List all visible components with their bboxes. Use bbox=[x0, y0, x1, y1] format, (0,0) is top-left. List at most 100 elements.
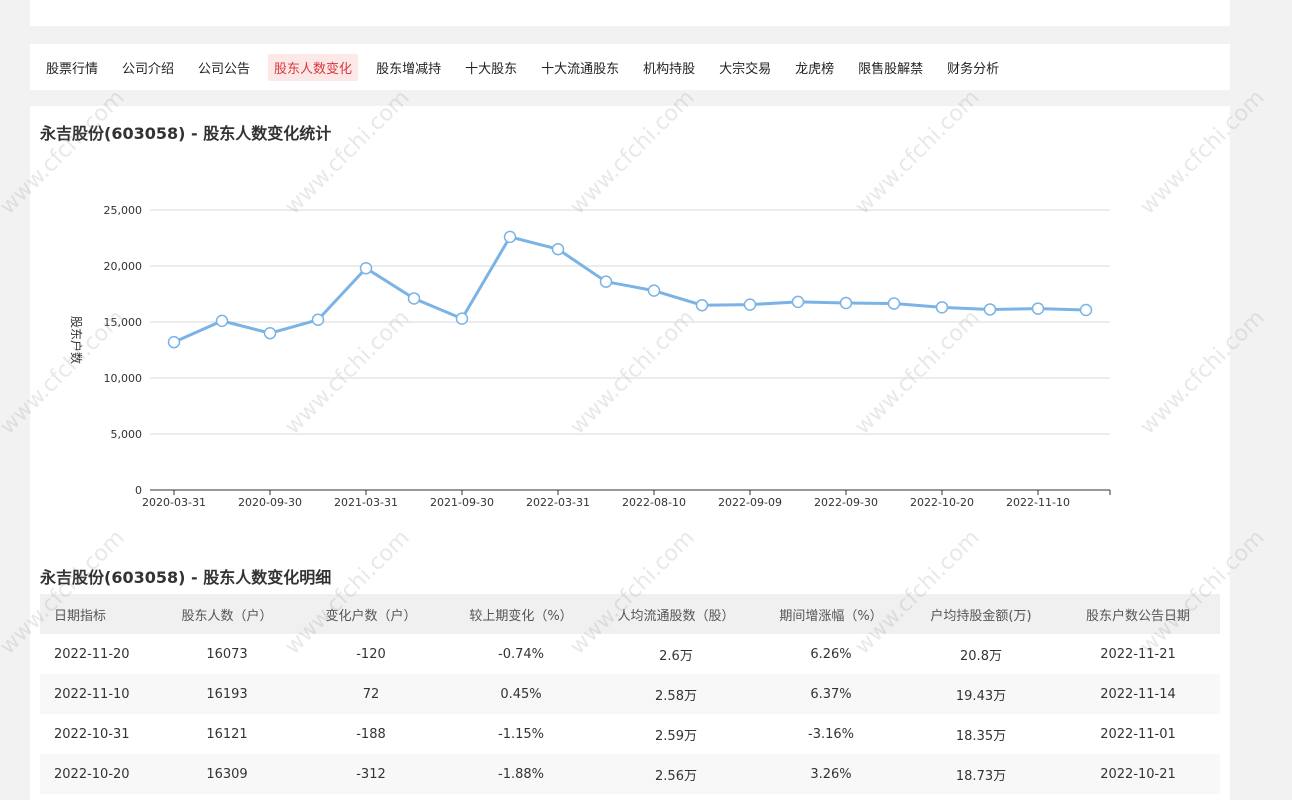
table-row: 2022-11-10 16193 72 0.45% 2.58万 6.37% 19.43万 20… bbox=[40, 674, 1220, 714]
column-header: 股东人数（户） bbox=[158, 594, 296, 634]
nav-item[interactable]: 股票行情 bbox=[40, 54, 104, 81]
data-point bbox=[215, 314, 229, 328]
table-cell: -1.88% bbox=[446, 754, 596, 794]
table-cell: -1.15% bbox=[498, 726, 544, 742]
nav-item[interactable]: 机构持股 bbox=[637, 54, 701, 81]
table-cell: 3.26% bbox=[756, 754, 906, 794]
data-point bbox=[455, 312, 469, 325]
column-header: 户均持股金额(万) bbox=[906, 594, 1056, 634]
x-tick-label: 2022-09-30 bbox=[814, 496, 878, 509]
nav-item[interactable]: 十大股东 bbox=[459, 54, 523, 81]
data-point bbox=[1079, 303, 1093, 317]
table-cell: 2.58万 bbox=[596, 674, 756, 714]
data-point bbox=[167, 335, 181, 349]
table-cell: 19.43万 bbox=[906, 674, 1056, 714]
y-tick-label: 25,000 bbox=[104, 204, 143, 217]
table-cell: 20.8万 bbox=[960, 648, 1002, 664]
table-cell: -188 bbox=[356, 726, 386, 742]
table-cell: -0.74% bbox=[498, 646, 544, 662]
detail-title: 永吉股份(603058) - 股东人数变化明细 bbox=[40, 568, 332, 587]
data-point bbox=[311, 313, 325, 327]
y-axis-label: 股东户数 bbox=[69, 316, 84, 364]
y-tick-label: 0 bbox=[135, 484, 142, 497]
nav-item[interactable]: 股东人数变化 bbox=[268, 53, 359, 81]
table-cell: 6.37% bbox=[756, 674, 906, 714]
table-cell: 2022-11-21 bbox=[1100, 646, 1176, 662]
data-point bbox=[695, 298, 709, 312]
detail-table: 日期指标 股东人数（户） 变化户数（户） 较上期变化（%） 人均流通股数（股） 期间增涨幅… bbox=[40, 594, 1220, 794]
x-tick-label: 2022-08-10 bbox=[622, 496, 686, 509]
table-cell: -3.16% bbox=[808, 726, 854, 742]
y-tick-label: 5,000 bbox=[111, 428, 143, 441]
table-cell: 2022-10-31 bbox=[54, 726, 130, 742]
table-cell: 2.59万 bbox=[655, 728, 697, 744]
column-header: 较上期变化（%） bbox=[446, 594, 596, 634]
x-tick-label: 2021-03-31 bbox=[334, 496, 398, 509]
table-cell: 18.35万 bbox=[955, 728, 1007, 744]
main-panel: 永吉股份(603058) - 股东人数变化统计 0 5,000 10,000 15,0… bbox=[30, 106, 1230, 800]
table-cell: 2022-11-20 bbox=[54, 646, 130, 662]
x-tick-label: 2022-09-09 bbox=[718, 496, 782, 509]
table-cell: 6.26% bbox=[810, 646, 852, 662]
table-cell: 2.6万 bbox=[659, 648, 693, 664]
data-point bbox=[839, 296, 853, 310]
y-tick-label: 15,000 bbox=[104, 316, 143, 329]
series-line bbox=[173, 235, 1087, 344]
x-tick-label: 2020-09-30 bbox=[238, 496, 302, 509]
column-header: 日期指标 bbox=[40, 594, 158, 634]
x-tick-label: 2022-10-20 bbox=[910, 496, 974, 509]
column-header: 股东户数公告日期 bbox=[1056, 594, 1220, 634]
x-tick-label: 2022-11-10 bbox=[1006, 496, 1070, 509]
table-cell: 2022-10-21 bbox=[1056, 754, 1220, 794]
top-card bbox=[30, 0, 1230, 26]
x-tick-label: 2021-09-30 bbox=[430, 496, 494, 509]
data-point bbox=[743, 298, 757, 311]
column-header: 变化户数（户） bbox=[296, 594, 446, 634]
table-cell: 16193 bbox=[158, 674, 296, 714]
nav-item[interactable]: 限售股解禁 bbox=[852, 54, 929, 81]
table-cell: 2022-11-10 bbox=[40, 674, 158, 714]
data-point bbox=[935, 301, 949, 314]
data-point bbox=[887, 297, 901, 310]
column-header: 人均流通股数（股） bbox=[596, 594, 756, 634]
data-point bbox=[263, 326, 277, 340]
data-point bbox=[503, 230, 517, 244]
shareholder-count-chart: 0 5,000 10,000 15,000 20,000 25,000 2020-03-31… bbox=[69, 204, 1111, 509]
data-point bbox=[599, 275, 613, 288]
table-cell: 72 bbox=[296, 674, 446, 714]
x-tick-label: 2022-03-31 bbox=[526, 496, 590, 509]
table-cell: -120 bbox=[356, 646, 386, 662]
table-cell: 2022-10-20 bbox=[40, 754, 158, 794]
nav-item[interactable]: 公司介绍 bbox=[116, 54, 180, 81]
section-nav: 股票行情 公司介绍 公司公告 股东人数变化 股东增减持 十大股东 十大流通股东 机构持股 大宗交… bbox=[30, 44, 1230, 90]
column-header: 期间增涨幅（%） bbox=[756, 594, 906, 634]
x-tick-label: 2020-03-31 bbox=[142, 496, 206, 509]
data-point bbox=[1031, 302, 1045, 315]
table-cell: 0.45% bbox=[446, 674, 596, 714]
table-cell: 2022-11-01 bbox=[1100, 726, 1176, 742]
nav-item[interactable]: 公司公告 bbox=[192, 54, 256, 81]
y-tick-label: 20,000 bbox=[104, 260, 143, 273]
table-cell: 2022-11-14 bbox=[1056, 674, 1220, 714]
table-row: 2022-10-20 16309 -312 -1.88% 2.56万 3.26% 18.73… bbox=[40, 754, 1220, 794]
data-point bbox=[359, 261, 373, 275]
nav-item[interactable]: 大宗交易 bbox=[713, 54, 777, 81]
table-cell: 16121 bbox=[206, 726, 248, 742]
table-cell: 16073 bbox=[206, 646, 248, 662]
nav-item[interactable]: 龙虎榜 bbox=[789, 54, 840, 81]
data-point bbox=[407, 292, 421, 305]
data-point bbox=[551, 242, 565, 256]
data-point bbox=[647, 284, 661, 297]
table-row: 2022-10-31 16121 -188 -1.15% 2.59万 -3.16% 18.3… bbox=[40, 714, 1220, 754]
nav-item[interactable]: 股东增减持 bbox=[370, 54, 447, 81]
nav-item[interactable]: 十大流通股东 bbox=[535, 54, 625, 81]
data-point bbox=[791, 295, 805, 309]
data-point bbox=[983, 303, 997, 316]
nav-item[interactable]: 财务分析 bbox=[941, 54, 1005, 81]
table-cell: 2.56万 bbox=[596, 754, 756, 794]
table-cell: 18.73万 bbox=[906, 754, 1056, 794]
y-tick-label: 10,000 bbox=[104, 372, 143, 385]
table-cell: 16309 bbox=[158, 754, 296, 794]
table-cell: -312 bbox=[296, 754, 446, 794]
table-row: 2022-11-20 16073 -120 -0.74% 2.6万 6.26% 20.8万 2… bbox=[40, 634, 1220, 674]
